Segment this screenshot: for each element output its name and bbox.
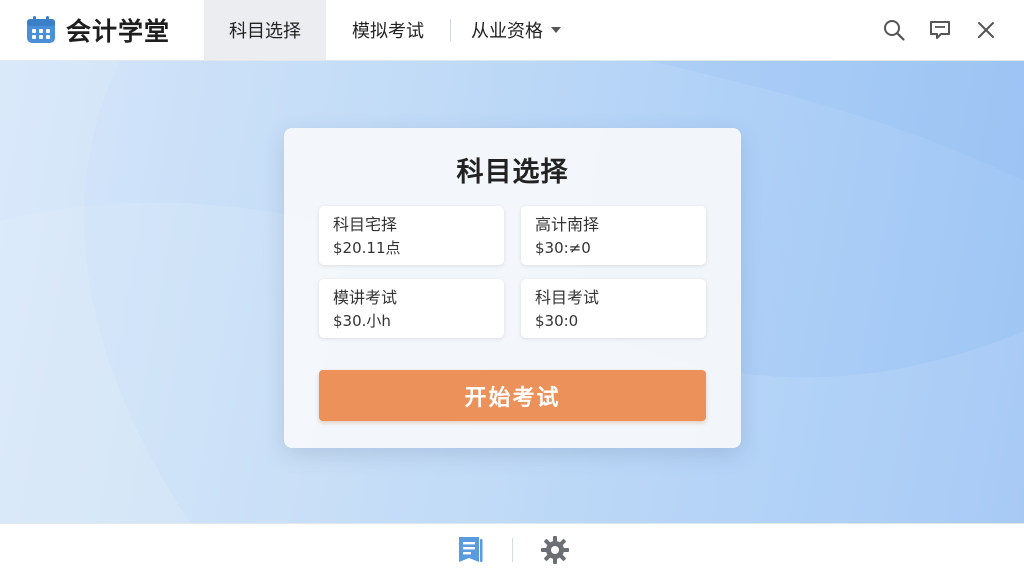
toolbar-divider	[511, 538, 513, 562]
tab-label: 模拟考试	[352, 21, 424, 42]
calendar-icon	[27, 16, 55, 43]
subject-selection-card: 科目选择 科目宅择 $20.11点 高计南择 $30:≠0 模讲考试 $30.小…	[284, 128, 741, 448]
close-icon[interactable]	[974, 18, 998, 42]
brand[interactable]: 会计学堂	[0, 0, 204, 60]
tab-qualification-dropdown[interactable]: 从业资格	[451, 0, 573, 60]
card-title: 科目选择	[456, 157, 569, 188]
top-actions	[882, 0, 1024, 60]
search-icon[interactable]	[882, 18, 906, 42]
tab-mock-exam[interactable]: 模拟考试	[326, 0, 450, 60]
subject-option[interactable]: 高计南择 $30:≠0	[521, 206, 706, 265]
subject-option[interactable]: 科目宅择 $20.11点	[319, 206, 504, 265]
tab-label: 科目选择	[229, 21, 301, 42]
message-icon[interactable]	[928, 18, 952, 42]
option-label: 高计南择	[535, 215, 600, 234]
option-label: 模讲考试	[333, 288, 398, 307]
main-content-area: 科目选择 科目宅择 $20.11点 高计南择 $30:≠0 模讲考试 $30.小…	[0, 61, 1024, 523]
book-icon[interactable]	[454, 534, 486, 566]
bottom-toolbar	[0, 523, 1024, 576]
tab-subject-selection[interactable]: 科目选择	[204, 0, 326, 60]
subject-option[interactable]: 模讲考试 $30.小h	[319, 279, 504, 338]
option-price: $30:≠0	[535, 239, 591, 257]
subject-option[interactable]: 科目考试 $30:0	[521, 279, 706, 338]
top-navigation-bar: 会计学堂 科目选择 模拟考试 从业资格	[0, 0, 1024, 61]
option-label: 科目考试	[535, 288, 600, 307]
option-price: $20.11点	[333, 239, 401, 257]
start-exam-button[interactable]: 开始考试	[319, 370, 706, 421]
option-label: 科目宅择	[333, 215, 398, 234]
app-name: 会计学堂	[66, 17, 171, 46]
chevron-down-icon	[551, 27, 561, 33]
option-price: $30.小h	[333, 312, 391, 330]
settings-gear-icon[interactable]	[539, 534, 571, 566]
tab-label: 从业资格	[471, 21, 543, 42]
option-price: $30:0	[535, 312, 579, 330]
